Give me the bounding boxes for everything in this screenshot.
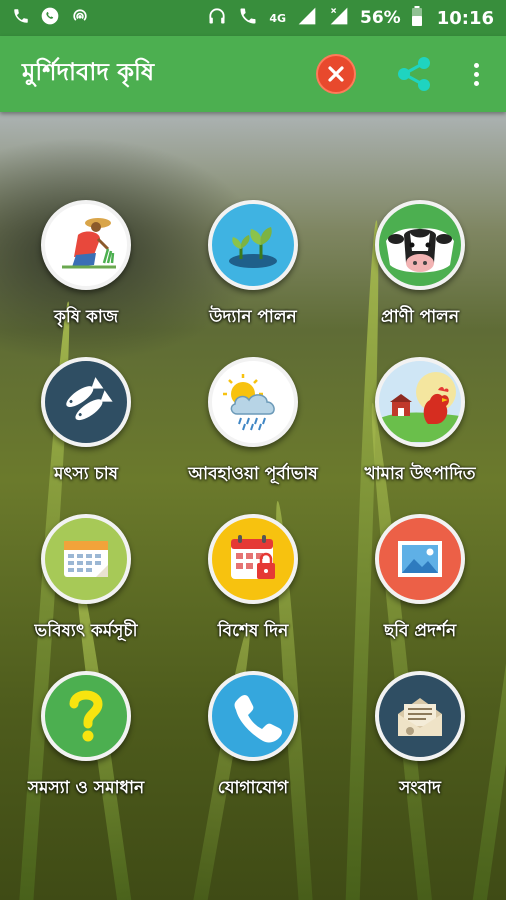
tile-icon-circle: [208, 514, 298, 604]
tile-label: মৎস্য চাষ: [53, 464, 119, 484]
share-button[interactable]: [394, 54, 434, 94]
app-title: মুর্শিদাবাদ কৃষি: [22, 58, 155, 86]
close-icon: [328, 66, 344, 82]
question-icon: [69, 690, 103, 742]
seedling-icon: [229, 227, 277, 268]
tile-label: সংবাদ: [399, 778, 441, 798]
tile-label: উদ্যান পালন: [209, 307, 297, 327]
calendar-icon: [64, 541, 108, 577]
tile-label: যোগাযোগ: [217, 778, 289, 798]
tile-icon-circle: [375, 671, 465, 761]
close-button[interactable]: [316, 54, 356, 94]
tile-icon-circle: [208, 671, 298, 761]
headphones-icon: [207, 6, 227, 30]
more-options-button[interactable]: [466, 54, 486, 94]
farmer-icon: [46, 205, 126, 285]
tile-news[interactable]: সংবাদ: [336, 671, 504, 821]
tile-farm-produce[interactable]: খামার উৎপাদিত: [336, 357, 504, 507]
tile-photo-gallery[interactable]: ছবি প্রদর্শন: [336, 514, 504, 664]
tile-agriculture-work[interactable]: কৃষি কাজ: [2, 200, 170, 350]
volte-call-icon: [237, 6, 259, 30]
status-left: [12, 6, 90, 30]
tile-icon-circle: [375, 357, 465, 447]
tile-animal-husbandry[interactable]: প্রাণী পালন: [336, 200, 504, 350]
tile-weather-forecast[interactable]: আবহাওয়া পূর্বাভাষ: [169, 357, 337, 507]
whatsapp-icon: [40, 6, 60, 30]
app-bar: মুর্শিদাবাদ কৃষি: [0, 36, 506, 112]
tile-label: ছবি প্রদর্শন: [383, 621, 457, 641]
picture-icon: [398, 541, 442, 577]
tile-label: ভবিষ্যৎ কর্মসূচী: [34, 621, 138, 641]
tile-gardening[interactable]: উদ্যান পালন: [169, 200, 337, 350]
tile-special-day[interactable]: বিশেষ দিন: [169, 514, 337, 664]
tile-icon-circle: [41, 357, 131, 447]
tile-label: আবহাওয়া পূর্বাভাষ: [188, 464, 318, 484]
cow-icon: [386, 228, 454, 273]
more-vert-icon: [473, 62, 479, 68]
signal-icon: [296, 6, 318, 30]
calendar-lock-icon: [231, 535, 275, 579]
phone-icon: [234, 695, 282, 743]
tile-icon-circle: [375, 200, 465, 290]
tile-icon-circle: [41, 200, 131, 290]
phone-icon: [12, 7, 30, 29]
rooster-farm-icon: [380, 372, 460, 442]
clock: 10:16: [436, 7, 494, 29]
fish-icon: [66, 377, 113, 421]
tile-icon-circle: [208, 200, 298, 290]
tile-label: সমস্যা ও সমাধান: [27, 778, 145, 798]
tile-contact[interactable]: যোগাযোগ: [169, 671, 337, 821]
tile-label: প্রাণী পালন: [381, 307, 459, 327]
tile-icon-circle: [208, 357, 298, 447]
tile-future-program[interactable]: ভবিষ্যৎ কর্মসূচী: [2, 514, 170, 664]
tile-label: কৃষি কাজ: [53, 307, 119, 327]
status-bar: 4G 56% 10:16: [0, 0, 506, 36]
tile-icon-circle: [41, 514, 131, 604]
hotspot-icon: [70, 6, 90, 30]
signal-x-icon: [328, 6, 350, 30]
tile-icon-circle: [375, 514, 465, 604]
battery-percent: 56%: [360, 8, 401, 28]
battery-icon: [411, 6, 423, 30]
tile-label: খামার উৎপাদিত: [364, 464, 476, 484]
weather-icon: [223, 374, 275, 431]
network-type: 4G: [269, 11, 286, 25]
status-right: 4G 56% 10:16: [207, 6, 494, 30]
tile-problem-solution[interactable]: সমস্যা ও সমাধান: [2, 671, 170, 821]
tile-fish-farming[interactable]: মৎস্য চাষ: [2, 357, 170, 507]
tile-label: বিশেষ দিন: [217, 621, 289, 641]
news-envelope-icon: [398, 698, 442, 736]
share-icon: [398, 57, 430, 91]
tile-icon-circle: [41, 671, 131, 761]
